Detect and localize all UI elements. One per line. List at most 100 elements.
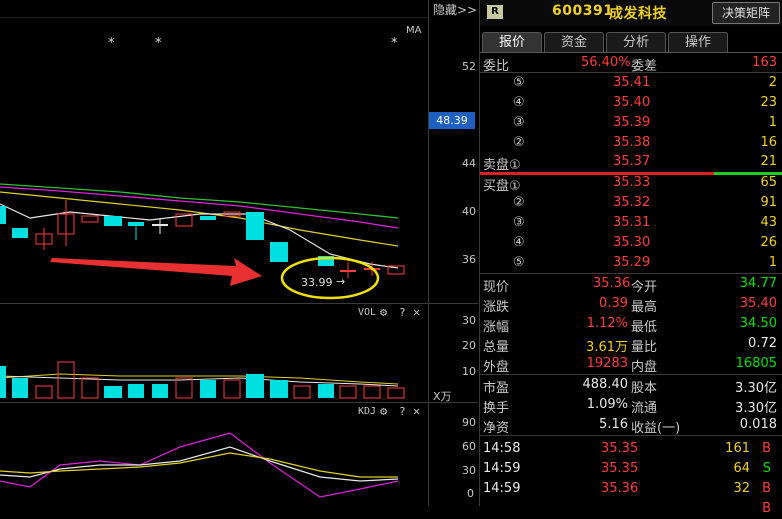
ask-price: 35.39 <box>613 115 651 130</box>
trade-volume: 64 <box>733 461 750 476</box>
vol-tick: 10 <box>462 365 476 378</box>
decision-matrix-button[interactable]: 决策矩阵 <box>712 2 780 24</box>
red-arrow <box>50 258 262 286</box>
candle <box>0 206 6 224</box>
vol-bar <box>152 384 168 398</box>
top-border <box>0 17 428 18</box>
candle <box>340 270 356 272</box>
bid-price: 35.29 <box>613 255 651 270</box>
trade-side: B <box>762 441 771 456</box>
fund-value: 3.30亿 <box>735 401 777 416</box>
bid-row[interactable]: ④ 35.30 26 <box>480 233 782 253</box>
vol-bar <box>175 377 193 399</box>
stat-row: 外盘 19283 内盘 16805 <box>480 354 782 375</box>
ask-row[interactable]: ② 35.38 16 <box>480 133 782 153</box>
ask-level: 卖盘① <box>483 158 521 173</box>
vol-help-icon[interactable]: ? <box>399 306 406 319</box>
trade-time: 14:58 <box>483 441 521 456</box>
bid-volume: 1 <box>768 255 777 270</box>
vol-unit: X万 <box>433 390 452 403</box>
fund-label: 市盈 <box>483 381 510 396</box>
vol-bar <box>0 366 6 398</box>
fund-value: 3.30亿 <box>735 381 777 396</box>
vol-bar <box>363 385 381 399</box>
stat-value: 34.50 <box>739 316 777 331</box>
ask-volume: 1 <box>768 115 777 130</box>
trade-price: 35.35 <box>601 441 639 456</box>
fund-label: 流通 <box>631 401 658 416</box>
ask-level: ② <box>513 135 525 150</box>
kdj-tick: 0 <box>467 487 474 500</box>
vol-bar <box>57 361 75 399</box>
bid-row[interactable]: ⑤ 35.29 1 <box>480 253 782 273</box>
r-badge: R <box>487 5 503 19</box>
bid-level: ⑤ <box>513 255 525 270</box>
ask-level: ⑤ <box>513 75 525 90</box>
ma-line-magenta <box>0 186 399 229</box>
order-ratio-row: 委比 56.40% 委差 163 <box>480 53 782 74</box>
vol-bar <box>387 387 405 399</box>
stat-value: 16805 <box>735 356 777 371</box>
ask-level: ③ <box>513 115 525 130</box>
vol-close-icon[interactable]: ✕ <box>413 305 420 319</box>
stat-value: 35.40 <box>739 296 777 311</box>
stat-label: 现价 <box>483 280 510 295</box>
divider <box>480 435 782 436</box>
trade-price: 35.36 <box>601 481 639 496</box>
ask-price: 35.40 <box>613 95 651 110</box>
current-price-tag: 48.39 <box>429 112 475 129</box>
vol-bar <box>35 385 53 399</box>
trade-side: B <box>762 501 771 516</box>
bid-row[interactable]: ③ 35.31 43 <box>480 213 782 233</box>
candle <box>200 216 216 220</box>
candle <box>270 242 288 262</box>
annotation-price: 33.99 <box>301 276 333 289</box>
fund-value: 1.09% <box>586 397 628 412</box>
vol-settings-icon[interactable]: ⚙ <box>380 305 387 319</box>
price-tick: 44 <box>462 157 476 170</box>
chart-area[interactable]: 隐藏>> MA * * * 52 44 40 36 48.39 33.99 → … <box>0 0 478 506</box>
ask-row[interactable]: ④ 35.40 23 <box>480 93 782 113</box>
trade-price: 35.35 <box>601 461 639 476</box>
ask-volume: 2 <box>768 75 777 90</box>
vol-bar <box>128 384 144 398</box>
fund-value: 5.16 <box>599 417 628 432</box>
trade-side: S <box>762 461 771 476</box>
bid-price: 35.31 <box>613 215 651 230</box>
trade-time: 14:59 <box>483 461 521 476</box>
tab-analysis[interactable]: 分析 <box>606 32 666 52</box>
ask-row[interactable]: ③ 35.39 1 <box>480 113 782 133</box>
ma-label: MA <box>406 25 422 36</box>
ratio-value: 56.40% <box>581 55 631 70</box>
star-marker: * <box>155 36 162 51</box>
ask-row[interactable]: ⑤ 35.41 2 <box>480 73 782 93</box>
bid-row[interactable]: ② 35.32 91 <box>480 193 782 213</box>
price-tick: 36 <box>462 253 476 266</box>
hide-button[interactable]: 隐藏>> <box>433 1 477 18</box>
stat-row: 现价 35.36 今开 34.77 <box>480 274 782 295</box>
kdj-tick: 90 <box>462 416 476 429</box>
ask-price: 35.41 <box>613 75 651 90</box>
stat-label: 涨跌 <box>483 300 510 315</box>
bid-level: ② <box>513 195 525 210</box>
fund-value: 488.40 <box>582 377 629 392</box>
vol-bar <box>81 377 99 399</box>
bid-price: 35.32 <box>613 195 651 210</box>
ask-volume: 23 <box>760 95 777 110</box>
bid-row[interactable]: 买盘① 35.33 65 <box>480 173 782 194</box>
quote-tabs: 报价 资金 分析 操作 <box>480 32 782 53</box>
tab-funds[interactable]: 资金 <box>544 32 604 52</box>
tab-quote[interactable]: 报价 <box>482 32 542 52</box>
bid-volume: 43 <box>760 215 777 230</box>
ask-volume: 21 <box>760 154 777 169</box>
stat-value: 19283 <box>586 356 628 371</box>
volume-chart <box>0 361 405 399</box>
stat-value: 34.77 <box>739 276 777 291</box>
tab-operation[interactable]: 操作 <box>668 32 728 52</box>
vol-bar <box>270 380 288 398</box>
stat-label: 最低 <box>631 320 658 335</box>
ask-row[interactable]: 卖盘① 35.37 21 <box>480 152 782 173</box>
bid-price: 35.33 <box>613 175 651 190</box>
fundamental-row: 净资 5.16 收益(一) 0.018 <box>480 415 782 436</box>
trade-row: 14:59 35.36 32 B <box>480 479 782 499</box>
